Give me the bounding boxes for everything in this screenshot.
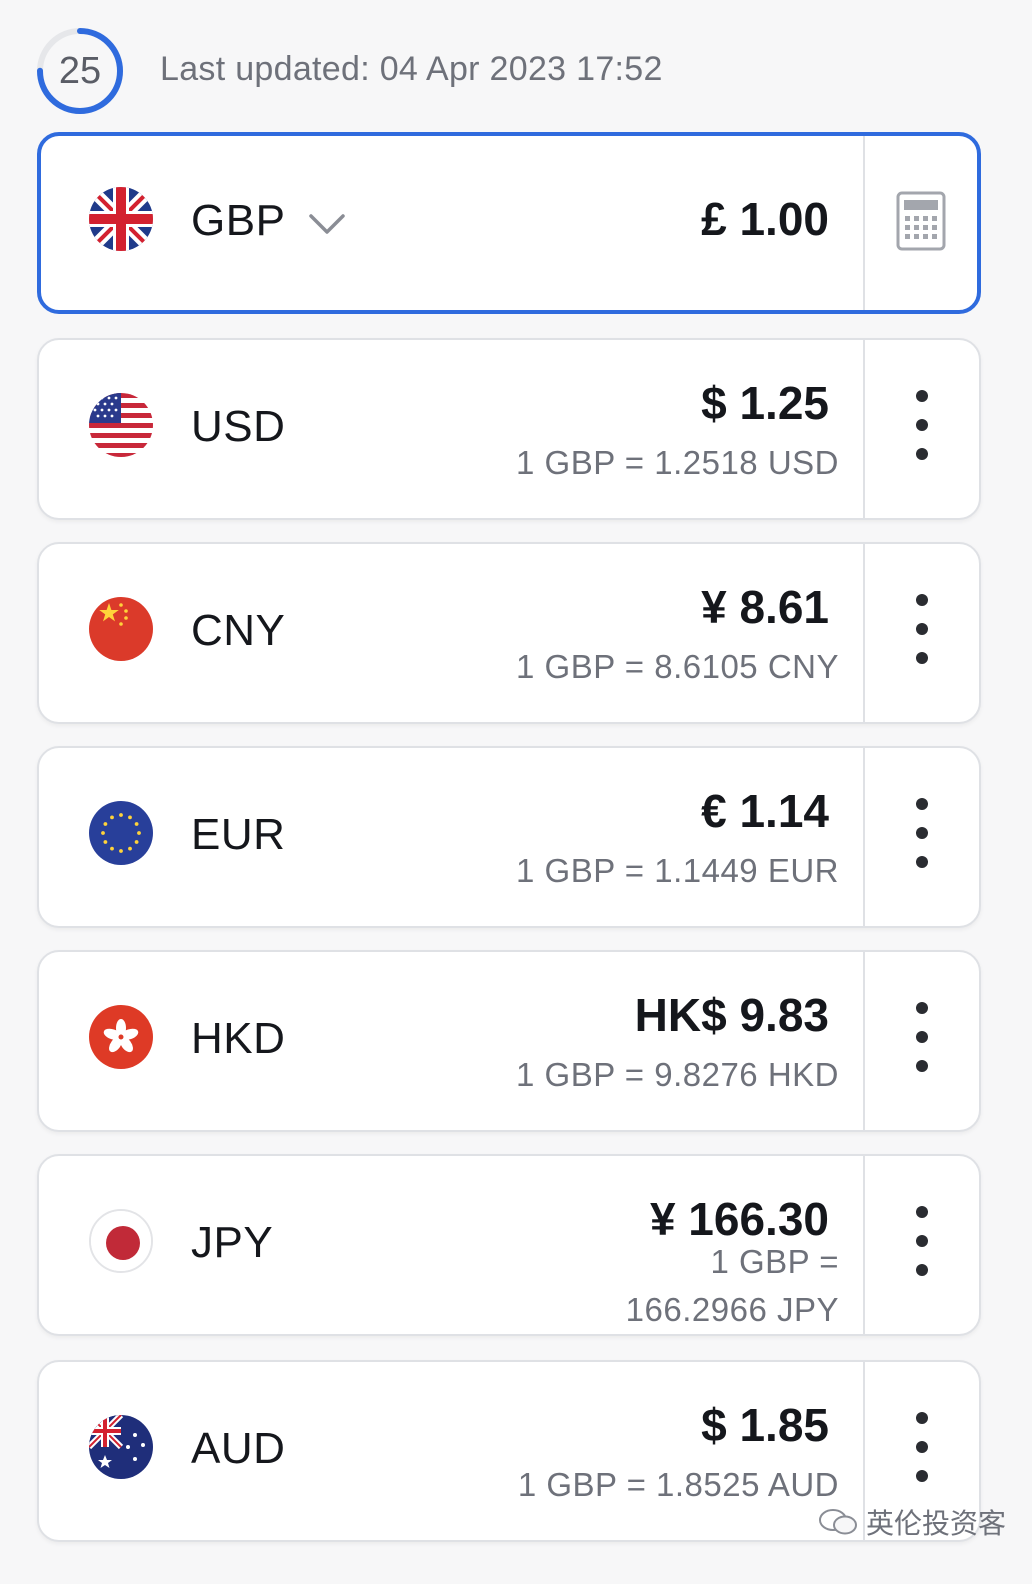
australia-flag-icon [89,1415,153,1479]
timer-value: 25 [58,50,102,92]
base-currency-card[interactable]: GBP £ 1.00 [37,132,981,314]
japan-flag-icon [89,1209,153,1273]
eu-flag-icon [89,801,153,865]
currency-amount[interactable]: HK$ 9.83 [635,988,829,1042]
more-vertical-icon [916,1002,928,1014]
calculator-button[interactable] [865,136,977,310]
currency-row-usd[interactable]: USD $ 1.25 1 GBP = 1.2518 USD [37,338,981,520]
more-vertical-icon [916,1412,928,1424]
currency-code: AUD [191,1424,286,1473]
currency-amount[interactable]: ¥ 8.61 [701,580,829,634]
currency-row-eur[interactable]: EUR € 1.14 1 GBP = 1.1449 EUR [37,746,981,928]
more-options-button[interactable] [865,748,979,926]
exchange-rate: 1 GBP = 1.8525 AUD [517,1466,839,1503]
calculator-icon [896,191,946,251]
base-currency-code[interactable]: GBP [191,196,285,246]
currency-code: HKD [191,1014,286,1063]
exchange-rate: 1 GBP = 1.2518 USD [516,444,839,481]
currency-row-jpy[interactable]: JPY ¥ 166.30 1 GBP = 166.2966 JPY [37,1154,981,1336]
currency-code: USD [191,402,286,451]
watermark: 英伦投资客 [818,1502,1006,1542]
more-vertical-icon [916,798,928,810]
exchange-rate: 1 GBP = 9.8276 HKD [516,1056,839,1093]
currency-amount[interactable]: $ 1.25 [701,376,829,430]
currency-row-cny[interactable]: CNY ¥ 8.61 1 GBP = 8.6105 CNY [37,542,981,724]
us-flag-icon [89,393,153,457]
hong-kong-flag-icon [89,1005,153,1069]
more-vertical-icon [916,594,928,606]
exchange-rate: 1 GBP = 1.1449 EUR [516,852,839,889]
more-vertical-icon [916,390,928,402]
refresh-timer[interactable]: 25 [36,27,124,115]
watermark-text: 英伦投资客 [866,1508,1007,1539]
chevron-down-icon[interactable] [305,208,349,240]
china-flag-icon [89,597,153,661]
more-options-button[interactable] [865,340,979,518]
currency-amount[interactable]: € 1.14 [701,784,829,838]
last-updated-text: Last updated: 04 Apr 2023 17:52 [160,50,663,88]
currency-code: JPY [191,1218,274,1267]
more-options-button[interactable] [865,952,979,1130]
currency-code: CNY [191,606,286,655]
wechat-icon [819,1509,857,1535]
header: 25 Last updated: 04 Apr 2023 17:52 [0,0,1032,130]
more-options-button[interactable] [865,544,979,722]
more-options-button[interactable] [865,1156,979,1334]
exchange-rate: 1 GBP = 8.6105 CNY [516,648,839,685]
uk-flag-icon [89,187,153,251]
base-amount[interactable]: £ 1.00 [701,192,829,246]
currency-row-hkd[interactable]: HKD HK$ 9.83 1 GBP = 9.8276 HKD [37,950,981,1132]
exchange-rate: 1 GBP = 166.2966 JPY [625,1243,839,1328]
currency-amount[interactable]: $ 1.85 [701,1398,829,1452]
currency-code: EUR [191,810,286,859]
more-vertical-icon [916,1206,928,1218]
